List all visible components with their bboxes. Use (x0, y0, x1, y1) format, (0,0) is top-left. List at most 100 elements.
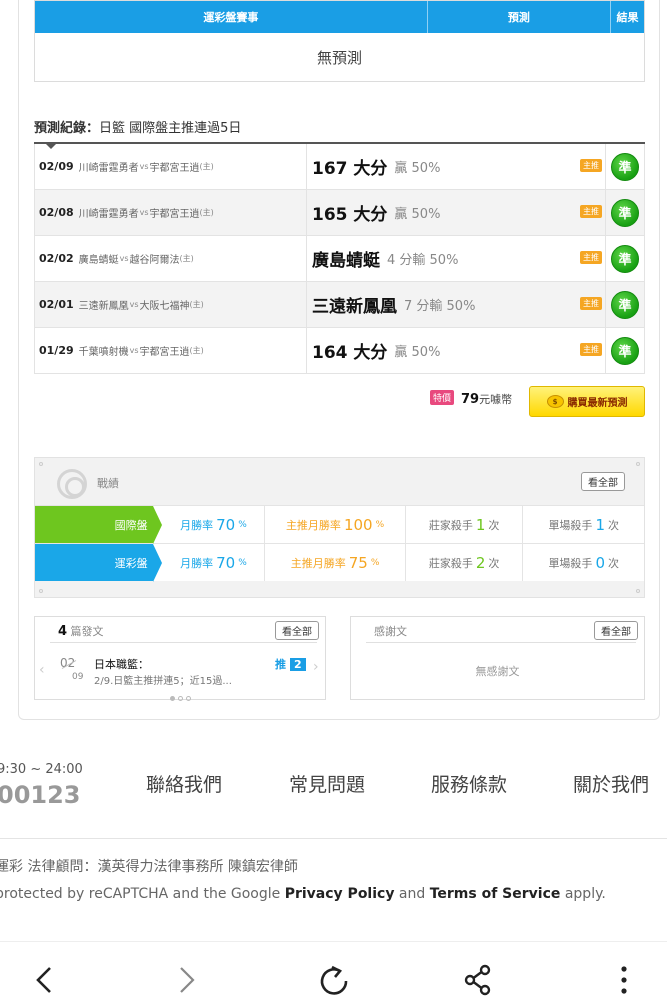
correct-badge-icon: 準 (611, 290, 639, 319)
price-unit: 元噱幣 (479, 393, 513, 406)
pick-cell: 165 大分贏 50% 主推 (307, 190, 605, 235)
result-cell: 準 (605, 236, 644, 281)
vs-label: vs (139, 208, 149, 217)
pick-result: 贏 50% (394, 345, 441, 360)
legal-advisor-text: 運彩 法律顧問：漢英得力法律事務所 陳鎮宏律師 (0, 859, 298, 875)
vs-label: vs (139, 162, 149, 171)
result-cell: 準 (605, 144, 644, 189)
buy-prediction-button[interactable]: $ 購買最新預測 (529, 386, 645, 417)
vs-label: vs (119, 254, 129, 263)
special-price-badge: 特價 (430, 390, 455, 405)
thanks-divider (366, 642, 636, 643)
thanks-see-all-button[interactable]: 看全部 (594, 621, 638, 640)
match-cell: 02/01 三遠新鳳凰 vs 大阪七福神 (主) (35, 282, 307, 327)
prediction-table-header: 運彩盤賽事 預測 結果 (35, 1, 644, 33)
home-mark: (主) (189, 346, 204, 355)
corner-dot (39, 589, 43, 593)
main-pick-tag: 主推 (580, 343, 602, 356)
match-date: 02/01 (39, 298, 74, 311)
record-row-label: 國際盤 (35, 506, 162, 544)
pager-dot[interactable] (186, 696, 191, 701)
share-icon[interactable] (456, 958, 500, 1000)
table-row[interactable]: 02/01 三遠新鳳凰 vs 大阪七福神 (主) 三遠新鳳凰 7 分輸 50% 主推 準 (35, 282, 644, 328)
about-us-link[interactable]: 關於我們 (573, 770, 649, 797)
match-date: 02/02 (39, 252, 74, 265)
contact-us-link[interactable]: 聯絡我們 (146, 770, 222, 797)
history-title-label: 預測紀錄： (34, 121, 100, 136)
posts-see-all-button[interactable]: 看全部 (275, 621, 319, 640)
home-mark: (主) (199, 208, 214, 217)
forward-icon[interactable] (165, 958, 209, 1000)
push-count: 推2 (275, 656, 306, 672)
posts-count: 4 (58, 624, 68, 639)
record-title: 戰績 (97, 477, 119, 490)
post-desc: 2/9.日籃主推拼連5；近15過... (94, 676, 232, 687)
single-killer: 單場殺手 0 次 (522, 544, 644, 581)
more-icon[interactable] (602, 958, 646, 1000)
posts-title: 4 篇發文 (58, 623, 104, 639)
terms-link[interactable]: 服務條款 (431, 770, 507, 797)
pick-cell: 三遠新鳳凰 7 分輸 50% 主推 (307, 282, 605, 327)
vs-label: vs (129, 300, 139, 309)
pager-dot[interactable] (178, 696, 183, 701)
post-month: 09 (72, 672, 84, 682)
main-pick-tag: 主推 (580, 251, 602, 264)
price-text: 79元噱幣 (461, 391, 512, 407)
pick-value: 165 大分 (312, 205, 388, 225)
buy-button-label: 購買最新預測 (567, 398, 628, 409)
record-see-all-button[interactable]: 看全部 (581, 472, 625, 491)
record-row-label: 運彩盤 (35, 544, 162, 582)
match-cell: 02/08 川崎雷霆勇者 vs 宇都宮王逍 (主) (35, 190, 307, 235)
back-icon[interactable] (22, 958, 66, 1000)
terms-of-service-link[interactable]: Terms of Service (430, 886, 561, 902)
home-team: 宇都宮王逍 (139, 347, 190, 358)
privacy-policy-link[interactable]: Privacy Policy (285, 886, 395, 902)
table-row[interactable]: 02/08 川崎雷霆勇者 vs 宇都宮王逍 (主) 165 大分贏 50% 主推 準 (35, 190, 644, 236)
table-row[interactable]: 01/29 千葉噴射機 vs 宇都宮王逍 (主) 164 大分贏 50% 主推 準 (35, 328, 644, 374)
dealer-killer: 莊家殺手 1 次 (404, 506, 523, 543)
chevron-left-icon[interactable]: ‹ (39, 662, 45, 678)
service-phone: 00123 (0, 781, 81, 809)
coin-icon: $ (546, 395, 564, 408)
home-team: 宇都宮王逍 (149, 163, 200, 174)
posts-label: 篇發文 (70, 625, 104, 638)
corner-dot (636, 589, 640, 593)
pick-cell: 164 大分贏 50% 主推 (307, 328, 605, 373)
pick-result: 7 分輸 50% (404, 299, 476, 314)
match-date: 02/09 (39, 160, 74, 173)
table-row[interactable]: 02/02 廣島蜻蜓 vs 越谷阿爾法 (主) 廣島蜻蜓 4 分輸 50% 主推 準 (35, 236, 644, 282)
pick-cell: 廣島蜻蜓 4 分輸 50% 主推 (307, 236, 605, 281)
header-prediction: 預測 (426, 1, 610, 33)
record-header: 戰績 看全部 (35, 458, 644, 505)
posts-divider (50, 642, 317, 643)
away-team: 三遠新鳳凰 (78, 301, 129, 312)
table-row[interactable]: 02/09 川崎雷霆勇者 vs 宇都宮王逍 (主) 167 大分贏 50% 主推 準 (35, 144, 644, 190)
correct-badge-icon: 準 (611, 336, 639, 365)
month-win-rate: 月勝率 70% (180, 515, 247, 534)
result-cell: 準 (605, 282, 644, 327)
chevron-right-icon[interactable]: › (313, 659, 319, 675)
match-cell: 01/29 千葉噴射機 vs 宇都宮王逍 (主) (35, 328, 307, 373)
main-pick-tag: 主推 (580, 297, 602, 310)
history-title: 預測紀錄：日籃 國際盤主推連過5日 (34, 117, 241, 136)
record-row-international: 國際盤 月勝率 70% 主推月勝率 100% 莊家殺手 1 次 單場殺手 1 次 (35, 505, 644, 544)
carousel-pager (170, 696, 191, 701)
pick-value: 廣島蜻蜓 (312, 251, 380, 271)
corner-dot (39, 462, 43, 466)
dealer-killer: 莊家殺手 2 次 (404, 544, 523, 581)
away-team: 川崎雷霆勇者 (78, 163, 139, 174)
service-hours: 9:30 ~ 24:00 (0, 762, 83, 777)
pick-cell: 167 大分贏 50% 主推 (307, 144, 605, 189)
home-team: 宇都宮王逍 (149, 209, 200, 220)
away-team: 千葉噴射機 (78, 347, 129, 358)
thanks-title: 感謝文 (374, 625, 407, 638)
home-mark: (主) (179, 254, 194, 263)
reload-icon[interactable] (312, 958, 356, 1000)
pick-value: 167 大分 (312, 159, 388, 179)
faq-link[interactable]: 常見問題 (289, 770, 365, 797)
result-cell: 準 (605, 328, 644, 373)
pager-dot[interactable] (170, 696, 175, 701)
correct-badge-icon: 準 (611, 152, 639, 181)
corner-dot (636, 462, 640, 466)
thanks-box: 感謝文 看全部 無感謝文 (350, 616, 645, 700)
